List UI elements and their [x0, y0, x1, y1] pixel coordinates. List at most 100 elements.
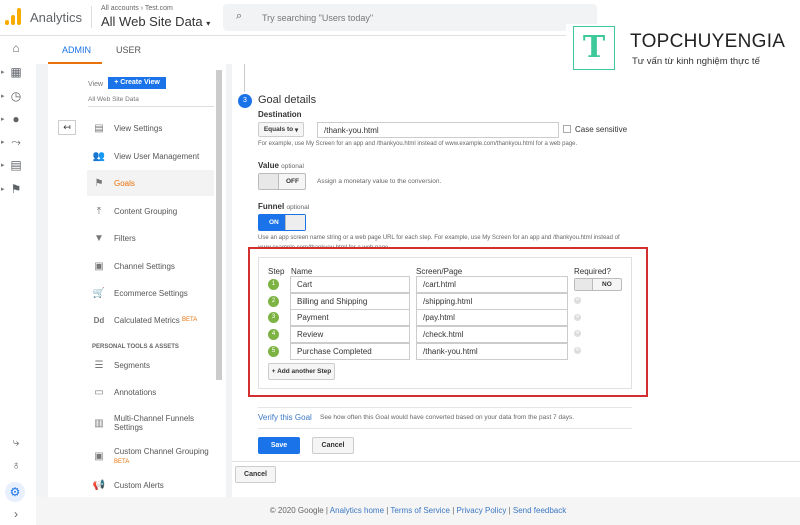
column-step: Step: [268, 267, 285, 276]
nav-view-settings[interactable]: ▤ View Settings: [87, 115, 214, 141]
remove-step-icon[interactable]: ✕: [574, 297, 581, 304]
analytics-home-link[interactable]: Analytics home: [330, 506, 384, 515]
document-icon: ▤: [94, 122, 104, 134]
attribution-icon[interactable]: ⤷: [8, 435, 24, 449]
funnel-toggle[interactable]: ON: [258, 214, 306, 231]
nav-view-user-management[interactable]: 👥 View User Management: [87, 143, 214, 169]
expand-arrow-icon[interactable]: ▸: [1, 161, 5, 169]
nav-label: Multi-Channel Funnels Settings: [114, 414, 195, 432]
divider: [88, 106, 214, 107]
step-page-input[interactable]: /check.html: [416, 326, 568, 343]
remove-step-icon[interactable]: ✕: [574, 330, 581, 337]
optional-label: optional: [281, 163, 304, 170]
nav-annotations[interactable]: ▭ Annotations: [87, 379, 214, 405]
breadcrumb-accounts[interactable]: All accounts: [101, 5, 139, 12]
back-arrow-button[interactable]: ↤: [58, 120, 76, 135]
nav-channel-settings[interactable]: ▣ Channel Settings: [87, 253, 214, 279]
step-number: 5: [268, 346, 279, 357]
expand-arrow-icon[interactable]: ▸: [1, 68, 5, 76]
view-name[interactable]: All Web Site Data: [101, 14, 203, 29]
nav-multi-channel-funnels[interactable]: ▥ Multi-Channel Funnels Settings: [87, 408, 214, 438]
expand-arrow-icon[interactable]: ▸: [1, 185, 5, 193]
case-sensitive-checkbox[interactable]: [563, 125, 571, 133]
behavior-icon[interactable]: ▤: [8, 158, 24, 172]
match-type-dropdown[interactable]: Equals to ▾: [258, 122, 304, 137]
save-button[interactable]: Save: [258, 437, 300, 454]
nav-label: Channel Settings: [114, 261, 175, 271]
dd-icon: Dd: [93, 315, 105, 325]
dashboard-icon[interactable]: ▦: [8, 65, 24, 79]
verify-goal-link[interactable]: Verify this Goal: [258, 413, 312, 422]
nav-label: Ecommerce Settings: [114, 288, 188, 298]
step-name-input[interactable]: Billing and Shipping: [290, 293, 410, 310]
section-heading: PERSONAL TOOLS & ASSETS: [92, 344, 179, 350]
tab-user[interactable]: USER: [116, 45, 141, 55]
outer-cancel-button[interactable]: Cancel: [235, 466, 276, 483]
home-icon[interactable]: ⌂: [8, 41, 24, 55]
terms-link[interactable]: Terms of Service: [390, 506, 450, 515]
nav-calculated-metrics[interactable]: Dd Calculated Metrics BETA: [87, 307, 214, 333]
expand-arrow-icon[interactable]: ▸: [1, 138, 5, 146]
search-input[interactable]: Try searching "Users today": [262, 13, 373, 23]
privacy-link[interactable]: Privacy Policy: [457, 506, 507, 515]
remove-step-icon[interactable]: ✕: [574, 314, 581, 321]
create-view-button[interactable]: + Create View: [108, 77, 166, 89]
view-selector[interactable]: All Web Site Data ▾: [101, 14, 210, 29]
admin-gear-icon[interactable]: ⚙: [5, 482, 25, 502]
watermark: T TOPCHUYENGIA Tư vấn từ kinh nghiệm thự…: [566, 24, 800, 76]
flag-icon: ⚑: [94, 177, 104, 189]
column-name: Name: [291, 267, 313, 276]
step-name-input[interactable]: Cart: [290, 276, 410, 293]
left-rail: ⌂ ▸ ▦ ▸ ◷ ▸ ● ▸ ⤳ ▸ ▤ ▸ ⚑ ⤷ ♁ ⚙ ›: [0, 36, 36, 525]
goal-details-title: Goal details: [258, 94, 317, 106]
add-step-button[interactable]: + Add another Step: [268, 363, 335, 380]
nav-label: Filters: [114, 233, 136, 243]
search-icon: ⌕: [236, 10, 243, 22]
clock-icon[interactable]: ◷: [8, 89, 24, 103]
expand-arrow-icon[interactable]: ▸: [1, 92, 5, 100]
flag-icon[interactable]: ⚑: [8, 182, 24, 196]
beta-badge: BETA: [182, 317, 198, 323]
collapse-chevron-icon[interactable]: ›: [8, 507, 24, 521]
breadcrumb-account[interactable]: Test.com: [145, 5, 173, 12]
nav-ecommerce-settings[interactable]: 🛒 Ecommerce Settings: [87, 280, 214, 306]
nav-custom-alerts[interactable]: 📢 Custom Alerts: [87, 472, 214, 498]
copyright: © 2020 Google |: [269, 506, 328, 515]
view-name-label: All Web Site Data: [88, 96, 139, 103]
nav-segments[interactable]: ☰ Segments: [87, 352, 214, 378]
cancel-button[interactable]: Cancel: [312, 437, 354, 454]
step-name-input[interactable]: Purchase Completed: [290, 343, 410, 360]
step-page-input[interactable]: /cart.html: [416, 276, 568, 293]
value-label: Value: [258, 161, 279, 170]
person-icon[interactable]: ●: [8, 112, 24, 126]
remove-step-icon[interactable]: ✕: [574, 347, 581, 354]
nav-custom-channel-grouping[interactable]: ▣ Custom Channel Grouping BETA: [87, 441, 214, 471]
feedback-link[interactable]: Send feedback: [513, 506, 566, 515]
step-name-input[interactable]: Payment: [290, 309, 410, 326]
value-toggle[interactable]: OFF: [258, 173, 306, 190]
nav-label: View Settings: [114, 123, 163, 133]
acquisition-icon[interactable]: ⤳: [8, 135, 24, 149]
step-page-input[interactable]: /shipping.html: [416, 293, 568, 310]
toggle-state: OFF: [286, 178, 299, 185]
step-number: 1: [268, 279, 279, 290]
nav-goals[interactable]: ⚑ Goals: [87, 170, 214, 196]
nav-label: Custom Alerts: [114, 480, 164, 490]
step-page-input[interactable]: /thank-you.html: [416, 343, 568, 360]
value-help: Assign a monetary value to the conversio…: [317, 178, 442, 185]
beta-badge: BETA: [114, 459, 130, 465]
expand-arrow-icon[interactable]: ▸: [1, 115, 5, 123]
nav-content-grouping[interactable]: ⤒ Content Grouping: [87, 198, 214, 224]
step-page-input[interactable]: /pay.html: [416, 309, 568, 326]
lightbulb-icon[interactable]: ♁: [8, 458, 24, 472]
watermark-tagline: Tư vấn từ kinh nghiệm thực tế: [632, 56, 760, 67]
nav-filters[interactable]: ▼ Filters: [87, 225, 214, 251]
scrollbar[interactable]: [216, 70, 222, 380]
required-toggle[interactable]: NO: [574, 278, 622, 291]
destination-input[interactable]: /thank-you.html: [317, 122, 559, 138]
watermark-logo: T: [573, 26, 615, 70]
search-bar[interactable]: ⌕ Try searching "Users today": [223, 4, 597, 31]
step-name-input[interactable]: Review: [290, 326, 410, 343]
breadcrumb[interactable]: All accounts › Test.com: [101, 5, 173, 12]
tab-admin[interactable]: ADMIN: [62, 45, 91, 55]
